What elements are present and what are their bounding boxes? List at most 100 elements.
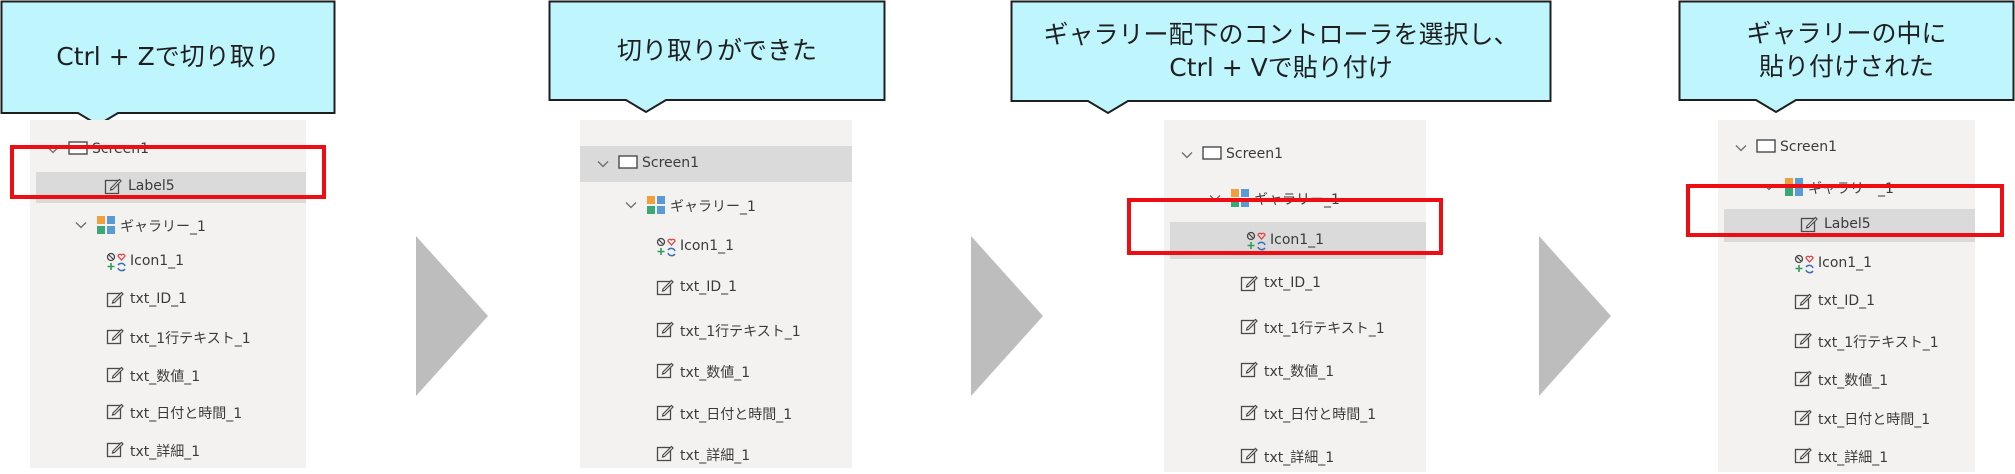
tree-item[interactable]: txt_詳細_1 — [1164, 437, 1426, 474]
tree-view: Screen1 ギャラリー_1 Label5 Icon1_1 txt_ID_1 txt_1… — [1718, 120, 1975, 472]
tree-item-label: txt_ID_1 — [130, 290, 188, 307]
text-input-icon — [656, 361, 674, 383]
tree-item-label: Icon1_1 — [130, 253, 185, 270]
tree-item[interactable]: txt_詳細_1 — [580, 437, 852, 473]
callout-text: 切り取りができた — [548, 0, 886, 100]
tree-item[interactable]: txt_詳細_1 — [1718, 440, 1975, 473]
tree-item-label: Icon1_1 — [680, 237, 735, 254]
highlight-box — [10, 145, 326, 199]
tree-item[interactable]: txt_数値_1 — [1164, 351, 1426, 388]
callout-line: Ctrl + Vで貼り付け — [1169, 52, 1393, 82]
tree-item-label: txt_1行テキスト_1 — [680, 323, 801, 340]
tree-item[interactable]: txt_1行テキスト_1 — [580, 312, 852, 348]
callout-line: ギャラリーの中に — [1746, 19, 1947, 48]
step-arrow-icon — [416, 236, 488, 396]
callout-line: 切り取りができた — [616, 35, 817, 65]
tree-item-label: ギャラリー_1 — [670, 199, 756, 216]
tree-item[interactable]: Icon1_1 — [30, 247, 306, 279]
tree-item[interactable]: txt_1行テキスト_1 — [1718, 325, 1975, 358]
step-callout: Ctrl + Zで切り取り — [0, 0, 336, 127]
tree-item-label: txt_1行テキスト_1 — [130, 331, 251, 348]
tree-item-label: txt_ID_1 — [1818, 293, 1876, 310]
tree-item[interactable]: txt_ID_1 — [1718, 286, 1975, 319]
text-input-icon — [1240, 403, 1258, 425]
chevron-down-icon[interactable] — [624, 198, 638, 212]
callout-line: Ctrl + Zで切り取り — [56, 42, 280, 71]
text-input-icon — [1794, 369, 1812, 391]
tree-item[interactable]: Screen1 — [580, 146, 852, 182]
tree-item[interactable]: txt_数値_1 — [1718, 363, 1975, 396]
tree-item[interactable]: ギャラリー_1 — [580, 188, 852, 224]
step-callout: ギャラリー配下のコントローラを選択し、 Ctrl + Vで貼り付け — [1010, 0, 1552, 115]
step-callout: ギャラリーの中に 貼り付けされた — [1678, 0, 2015, 114]
tree-item[interactable]: Screen1 — [1164, 136, 1426, 173]
tree-item-label: txt_数値_1 — [1264, 363, 1335, 380]
chevron-down-icon[interactable] — [596, 157, 610, 171]
step-callout: 切り取りができた — [548, 0, 886, 114]
tree-item[interactable]: txt_1行テキスト_1 — [30, 322, 306, 354]
text-input-icon — [106, 327, 124, 349]
tree-item[interactable]: Screen1 — [1718, 132, 1975, 165]
tree-item-label: txt_日付と時間_1 — [130, 406, 243, 423]
text-input-icon — [1240, 274, 1258, 296]
tree-item[interactable]: Icon1_1 — [580, 229, 852, 265]
gallery-icon — [646, 195, 666, 219]
icon-control-icon — [106, 252, 126, 276]
tree-item[interactable]: txt_1行テキスト_1 — [1164, 308, 1426, 345]
callout-text: ギャラリー配下のコントローラを選択し、 Ctrl + Vで貼り付け — [1010, 0, 1552, 101]
screen-icon — [1202, 145, 1222, 165]
text-input-icon — [1794, 446, 1812, 468]
text-input-icon — [656, 444, 674, 466]
text-input-icon — [106, 402, 124, 424]
icon-control-icon — [1794, 254, 1814, 278]
tree-item-label: txt_詳細_1 — [1264, 449, 1335, 466]
callout-text: ギャラリーの中に 貼り付けされた — [1678, 0, 2015, 100]
tree-item-label: txt_1行テキスト_1 — [1264, 320, 1385, 337]
tree-item-label: Screen1 — [1780, 139, 1838, 156]
tree-item[interactable]: txt_詳細_1 — [30, 434, 306, 466]
tree-item-label: Icon1_1 — [1818, 254, 1873, 271]
highlight-box — [1127, 198, 1443, 255]
chevron-down-icon[interactable] — [74, 218, 88, 232]
tree-item-label: txt_日付と時間_1 — [680, 406, 793, 423]
icon-control-icon — [656, 237, 676, 261]
text-input-icon — [1240, 446, 1258, 468]
tree-item[interactable]: txt_数値_1 — [580, 354, 852, 390]
tree-item-label: txt_詳細_1 — [680, 448, 751, 465]
tree-item-label: txt_日付と時間_1 — [1264, 406, 1377, 423]
tree-item[interactable]: txt_日付と時間_1 — [1164, 394, 1426, 431]
text-input-icon — [1240, 317, 1258, 339]
text-input-icon — [656, 278, 674, 300]
tree-item[interactable]: txt_ID_1 — [30, 284, 306, 316]
tree-item-label: txt_詳細_1 — [130, 443, 201, 460]
tree-item[interactable]: ギャラリー_1 — [30, 209, 306, 241]
screen-icon — [618, 154, 638, 174]
tree-item[interactable]: txt_日付と時間_1 — [30, 397, 306, 429]
tree-item[interactable]: txt_日付と時間_1 — [1718, 402, 1975, 435]
tree-item-label: txt_数値_1 — [1818, 373, 1889, 390]
tree-view: Screen1 ギャラリー_1 Icon1_1 txt_ID_1 txt_1行テキスト_… — [580, 120, 852, 468]
tree-item-label: txt_日付と時間_1 — [1818, 411, 1931, 428]
text-input-icon — [1794, 408, 1812, 430]
tree-item-label: Screen1 — [1226, 145, 1284, 162]
text-input-icon — [1794, 292, 1812, 314]
text-input-icon — [1794, 331, 1812, 353]
tree-item-label: txt_ID_1 — [1264, 274, 1322, 291]
tree-item[interactable]: txt_数値_1 — [30, 359, 306, 391]
step-arrow-icon — [971, 236, 1043, 396]
tree-item[interactable]: txt_日付と時間_1 — [580, 395, 852, 431]
chevron-down-icon[interactable] — [1180, 148, 1194, 162]
tree-item-label: txt_詳細_1 — [1818, 450, 1889, 467]
text-input-icon — [106, 290, 124, 312]
tree-item[interactable]: Icon1_1 — [1718, 248, 1975, 281]
highlight-box — [1686, 184, 2004, 237]
text-input-icon — [656, 403, 674, 425]
callout-line: 貼り付けされた — [1758, 52, 1934, 81]
text-input-icon — [106, 365, 124, 387]
text-input-icon — [1240, 360, 1258, 382]
tree-item[interactable]: txt_ID_1 — [580, 271, 852, 307]
callout-line: ギャラリー配下のコントローラを選択し、 — [1043, 19, 1519, 49]
chevron-down-icon[interactable] — [1734, 141, 1748, 155]
tree-view: Screen1 ギャラリー_1 Icon1_1 txt_ID_1 txt_1行テキスト_… — [1164, 120, 1426, 472]
tree-item[interactable]: txt_ID_1 — [1164, 265, 1426, 302]
